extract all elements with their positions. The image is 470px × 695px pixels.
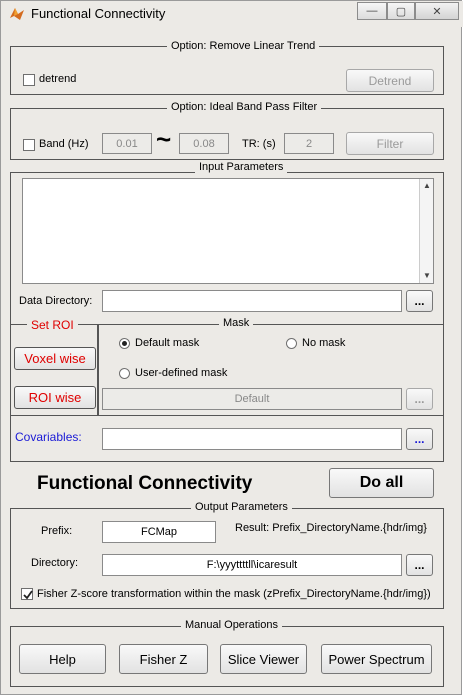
slice-viewer-button[interactable]: Slice Viewer xyxy=(220,644,307,674)
checkmark-icon xyxy=(23,590,33,600)
covariables-browse-button[interactable]: ... xyxy=(406,428,433,450)
title-bar: Functional Connectivity — ▢ ✕ xyxy=(1,1,463,27)
data-directory-label: Data Directory: xyxy=(19,295,93,307)
detrend-button[interactable]: Detrend xyxy=(346,69,434,92)
close-icon: ✕ xyxy=(432,5,442,18)
band-checkbox-label: Band (Hz) xyxy=(39,138,89,150)
input-parameters-title: Input Parameters xyxy=(195,161,288,173)
matlab-icon xyxy=(10,8,24,20)
tr-input[interactable]: 2 xyxy=(284,133,334,154)
tr-label: TR: (s) xyxy=(242,138,276,150)
minimize-icon: — xyxy=(366,5,378,17)
mask-browse-button[interactable]: ... xyxy=(406,388,433,410)
window-title: Functional Connectivity xyxy=(31,6,166,21)
default-mask-label: Default mask xyxy=(135,337,200,349)
voxel-wise-button[interactable]: Voxel wise xyxy=(14,347,96,370)
mask-panel-title: Mask xyxy=(219,317,254,329)
fisher-z-button[interactable]: Fisher Z xyxy=(119,644,208,674)
no-mask-label: No mask xyxy=(302,337,346,349)
output-directory-input[interactable]: F:\yyyttttll\icaresult xyxy=(102,554,402,576)
band-checkbox[interactable] xyxy=(23,139,35,151)
set-roi-title: Set ROI xyxy=(27,318,78,332)
fisher-z-label: Fisher Z-score transformation within the… xyxy=(37,588,431,600)
radio-selected-dot xyxy=(122,341,127,346)
band-low-input[interactable]: 0.01 xyxy=(102,133,152,154)
default-mask-radio[interactable] xyxy=(119,338,130,349)
fisher-z-checkbox[interactable] xyxy=(21,588,33,600)
minimize-button[interactable]: — xyxy=(357,2,387,20)
help-button[interactable]: Help xyxy=(19,644,106,674)
listbox-scrollbar[interactable]: ▲ ▼ xyxy=(419,179,433,283)
maximize-icon: ▢ xyxy=(395,5,407,18)
output-directory-label: Directory: xyxy=(31,557,79,569)
prefix-label: Prefix: xyxy=(41,525,73,537)
tilde-separator: ~ xyxy=(156,124,172,154)
user-defined-mask-radio[interactable] xyxy=(119,368,130,379)
prefix-input[interactable]: FCMap xyxy=(102,521,216,543)
manual-operations-title: Manual Operations xyxy=(181,619,282,631)
filter-button[interactable]: Filter xyxy=(346,132,434,155)
maximize-button[interactable]: ▢ xyxy=(387,2,415,20)
output-parameters-title: Output Parameters xyxy=(191,501,292,513)
covariables-input[interactable] xyxy=(102,428,402,450)
do-all-button[interactable]: Do all xyxy=(329,468,434,498)
data-directory-browse-button[interactable]: ... xyxy=(406,290,433,312)
close-button[interactable]: ✕ xyxy=(415,2,459,20)
scroll-down-icon[interactable]: ▼ xyxy=(423,271,431,280)
detrend-panel-title: Option: Remove Linear Trend xyxy=(167,40,320,52)
band-high-input[interactable]: 0.08 xyxy=(179,133,229,154)
filter-panel-title: Option: Ideal Band Pass Filter xyxy=(167,101,322,113)
result-format-text: Result: Prefix_DirectoryName.{hdr/img} xyxy=(235,522,427,534)
detrend-checkbox-label: detrend xyxy=(39,73,77,85)
roi-wise-button[interactable]: ROI wise xyxy=(14,386,96,409)
detrend-checkbox[interactable] xyxy=(23,74,35,86)
no-mask-radio[interactable] xyxy=(286,338,297,349)
output-directory-browse-button[interactable]: ... xyxy=(406,554,433,576)
main-heading: Functional Connectivity xyxy=(37,473,253,494)
directory-listbox[interactable] xyxy=(22,178,434,284)
data-directory-input[interactable] xyxy=(102,290,402,312)
app-window: Functional Connectivity — ▢ ✕ Option: Re… xyxy=(0,0,463,695)
user-defined-mask-label: User-defined mask xyxy=(135,367,228,379)
scroll-up-icon[interactable]: ▲ xyxy=(423,181,431,190)
mask-file-input[interactable]: Default xyxy=(102,388,402,410)
covariables-label: Covariables: xyxy=(15,430,82,444)
power-spectrum-button[interactable]: Power Spectrum xyxy=(321,644,432,674)
